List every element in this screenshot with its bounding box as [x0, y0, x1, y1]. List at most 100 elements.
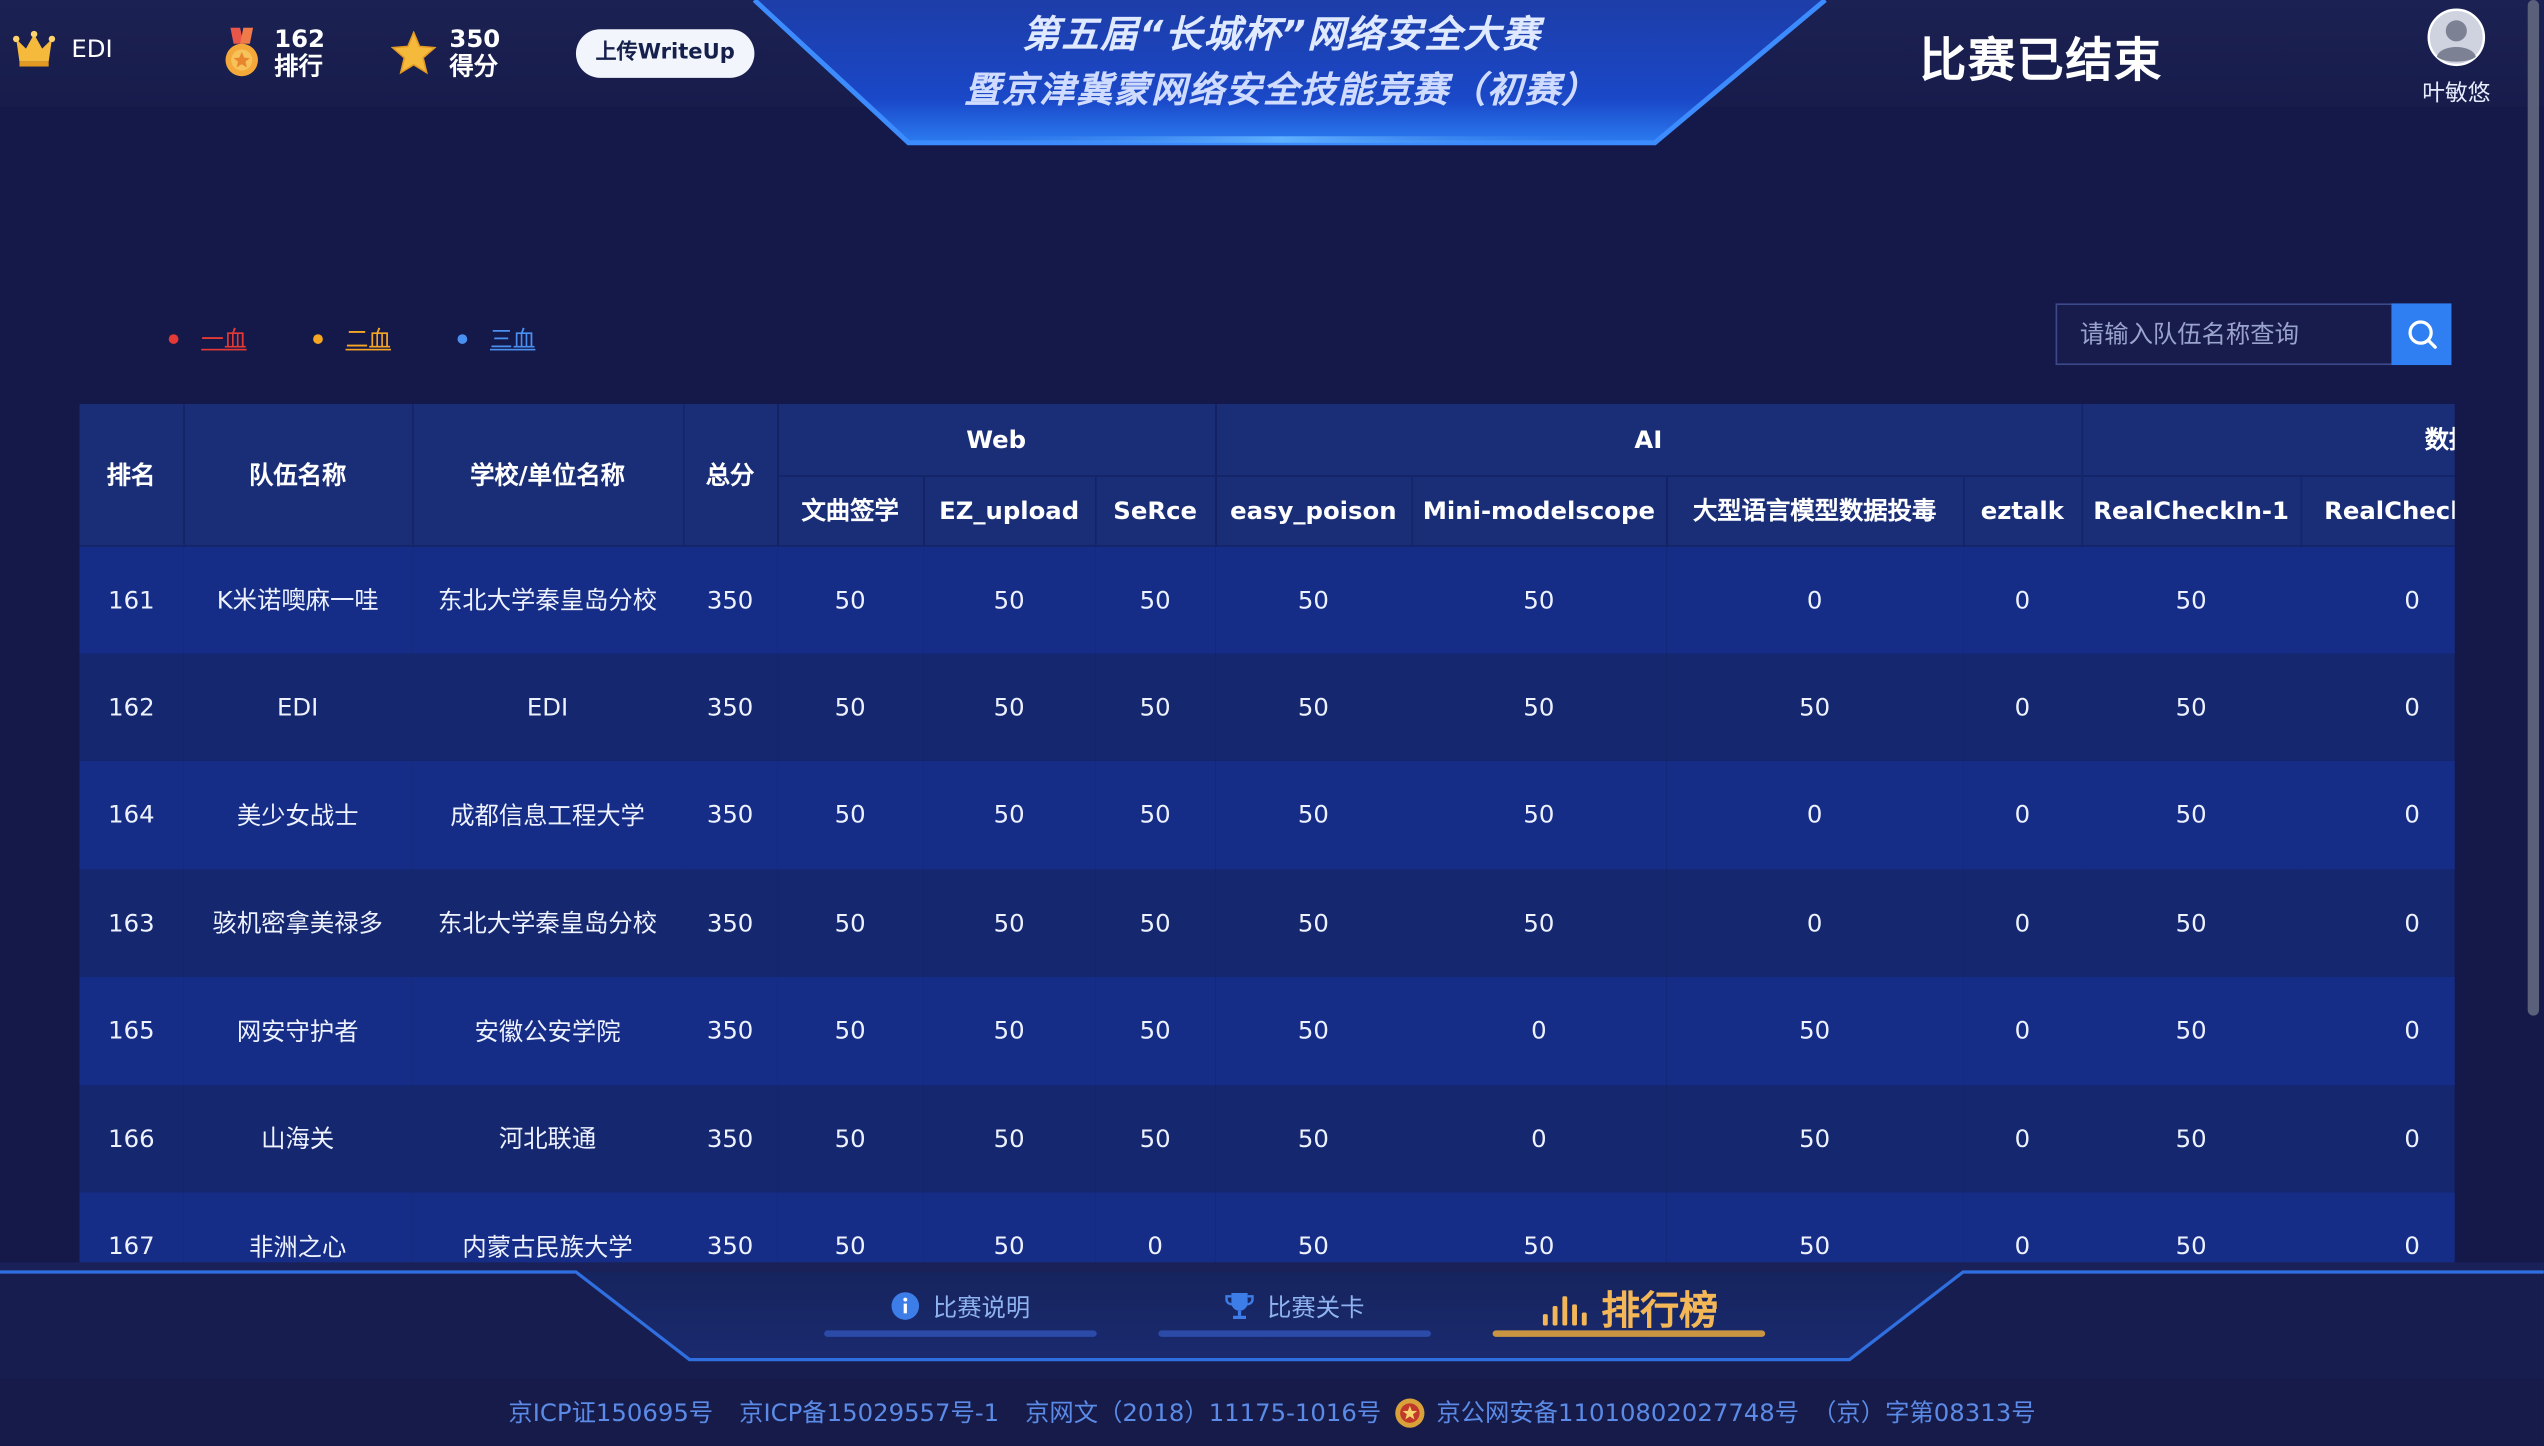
challenge-score-cell: 50 — [777, 868, 924, 977]
challenge-score-cell: 50 — [2081, 653, 2301, 761]
medal-icon — [225, 27, 258, 77]
challenge-score-cell: 50 — [923, 760, 1096, 869]
challenge-header: 大型语言模型数据投毒 — [1666, 475, 1964, 546]
challenge-score-cell: 50 — [2081, 868, 2301, 977]
challenge-score-cell: 50 — [1411, 1192, 1667, 1264]
challenge-score-cell: 50 — [777, 1084, 924, 1193]
legend-first-blood: 一血 — [168, 323, 247, 355]
challenge-header: easy_poison — [1215, 475, 1413, 546]
challenge-score-cell: 50 — [1095, 868, 1216, 977]
challenge-score-cell: 50 — [923, 976, 1096, 1085]
challenge-score-cell: 0 — [2300, 545, 2455, 654]
table-row: 163 骇机密拿美禄多 东北大学秦皇岛分校 350 50 50 50 50 50 0 0 50 0 — [79, 868, 2455, 977]
challenge-score-cell: 50 — [1095, 976, 1216, 1085]
challenge-score-cell: 50 — [1095, 1084, 1216, 1193]
challenge-header: eztalk — [1963, 475, 2083, 546]
icp-license[interactable]: 京ICP证150695号 — [508, 1395, 713, 1429]
competition-subtitle: 暨京津冀蒙网络安全技能竞赛（初赛） — [964, 71, 1599, 112]
search-icon — [2407, 320, 2437, 349]
challenge-score-cell: 50 — [1411, 868, 1667, 977]
legend-label: 一血 — [201, 327, 247, 354]
rank-cell: 167 — [79, 1192, 184, 1264]
icp-record[interactable]: 京ICP备15029557号-1 — [739, 1395, 999, 1429]
rank-cell: 166 — [79, 1084, 184, 1193]
table-row: 165 网安守护者 安徽公安学院 350 50 50 50 50 0 50 0 50 0 — [79, 976, 2455, 1085]
rank-cell: 165 — [79, 976, 184, 1085]
challenge-score-cell: 0 — [1095, 1192, 1216, 1264]
challenge-score-cell: 50 — [777, 760, 924, 869]
challenge-score-cell: 50 — [1666, 653, 1964, 761]
tab-underline — [1158, 1330, 1431, 1337]
challenge-score-cell: 50 — [923, 653, 1096, 761]
header-team-name: 队伍名称 — [183, 403, 413, 546]
challenge-header: SeRce — [1095, 475, 1216, 546]
challenge-score-cell: 50 — [923, 1192, 1096, 1264]
school-cell: 安徽公安学院 — [412, 976, 684, 1085]
total-score-cell: 350 — [683, 976, 778, 1085]
challenge-score-cell: 0 — [1963, 1084, 2082, 1193]
team-name-cell: EDI — [183, 653, 413, 761]
challenge-score-cell: 50 — [1411, 545, 1667, 654]
public-security-record[interactable]: 京公网安备11010802027748号 — [1436, 1395, 1799, 1429]
challenge-score-cell: 50 — [1215, 976, 1412, 1085]
permit-number[interactable]: （京）字第08313号 — [1812, 1395, 2035, 1429]
challenge-score-cell: 50 — [923, 868, 1096, 977]
total-score-cell: 350 — [683, 653, 778, 761]
group-header-ai: AI — [1215, 403, 2083, 477]
scoreboard-table: 排名 队伍名称 学校/单位名称 总分 Web AI 数据安全 文曲签学EZ_up… — [79, 403, 2455, 1264]
challenge-score-cell: 50 — [1095, 545, 1216, 654]
challenge-score-cell: 0 — [1963, 868, 2082, 977]
challenge-header: RealCheckIn-1 — [2081, 475, 2302, 546]
star-icon — [390, 30, 437, 75]
footer: 京ICP证150695号 京ICP备15029557号-1 京网文（2018）1… — [0, 1379, 2544, 1446]
challenge-score-cell: 0 — [2300, 1192, 2455, 1264]
rank-value: 162 — [274, 24, 325, 54]
challenge-score-cell: 0 — [2300, 1084, 2455, 1193]
third-blood-dot-icon — [457, 334, 468, 344]
school-cell: 河北联通 — [412, 1084, 684, 1193]
team-info: EDI — [12, 29, 113, 68]
challenge-score-cell: 50 — [1215, 653, 1412, 761]
page-scrollbar[interactable] — [2527, 0, 2540, 1016]
first-blood-dot-icon — [168, 334, 179, 344]
challenge-score-cell: 50 — [1215, 1192, 1412, 1264]
challenge-score-cell: 0 — [1963, 760, 2082, 869]
challenge-score-cell: 50 — [1215, 1084, 1412, 1193]
police-badge-icon — [1395, 1397, 1425, 1427]
culture-license[interactable]: 京网文（2018）11175-1016号 — [1025, 1395, 1381, 1429]
total-score-cell: 350 — [683, 868, 778, 977]
group-header-web: Web — [777, 403, 1216, 477]
tab-label: 排行榜 — [1601, 1287, 1719, 1333]
challenge-score-cell: 0 — [1963, 976, 2082, 1085]
user-menu[interactable]: 叶敏悠 — [2414, 8, 2498, 109]
school-cell: 内蒙古民族大学 — [412, 1192, 684, 1264]
table-row: 164 美少女战士 成都信息工程大学 350 50 50 50 50 50 0 0 50 0 — [79, 760, 2455, 869]
rank-cell: 163 — [79, 868, 184, 977]
rank-cell: 164 — [79, 760, 184, 869]
challenge-header: 文曲签学 — [777, 475, 924, 546]
tab-label: 比赛关卡 — [1267, 1292, 1365, 1322]
challenge-score-cell: 0 — [1963, 653, 2082, 761]
upload-writeup-button[interactable]: 上传WriteUp — [575, 29, 755, 78]
challenge-score-cell: 50 — [1215, 545, 1412, 654]
school-cell: EDI — [412, 653, 684, 761]
avatar-icon[interactable] — [2427, 8, 2486, 67]
challenge-score-cell: 50 — [2081, 1192, 2301, 1264]
challenge-score-cell: 0 — [2300, 760, 2455, 869]
challenge-score-cell: 50 — [1666, 1084, 1964, 1193]
current-team-name: EDI — [71, 34, 113, 64]
score-stat: 350 得分 — [390, 25, 500, 81]
team-name-cell: 骇机密拿美禄多 — [183, 868, 413, 977]
legend-label: 二血 — [345, 327, 391, 354]
tab-underline-active — [1492, 1330, 1766, 1337]
challenge-score-cell: 50 — [923, 1084, 1096, 1193]
challenge-score-cell: 0 — [1963, 545, 2082, 654]
challenge-score-cell: 50 — [1411, 760, 1667, 869]
rank-cell: 162 — [79, 653, 184, 761]
bar-chart-icon — [1542, 1296, 1587, 1326]
challenge-score-cell: 50 — [2081, 760, 2301, 869]
search-button[interactable] — [2391, 303, 2452, 366]
challenge-header: RealCheckIn-2 — [2300, 475, 2455, 546]
team-search-input[interactable]: 请输入队伍名称查询 — [2055, 303, 2392, 366]
scoreboard-body: 161 K米诺噢麻一哇 东北大学秦皇岛分校 350 50 50 50 50 50 0 0 50 0 162… — [79, 545, 2455, 1264]
